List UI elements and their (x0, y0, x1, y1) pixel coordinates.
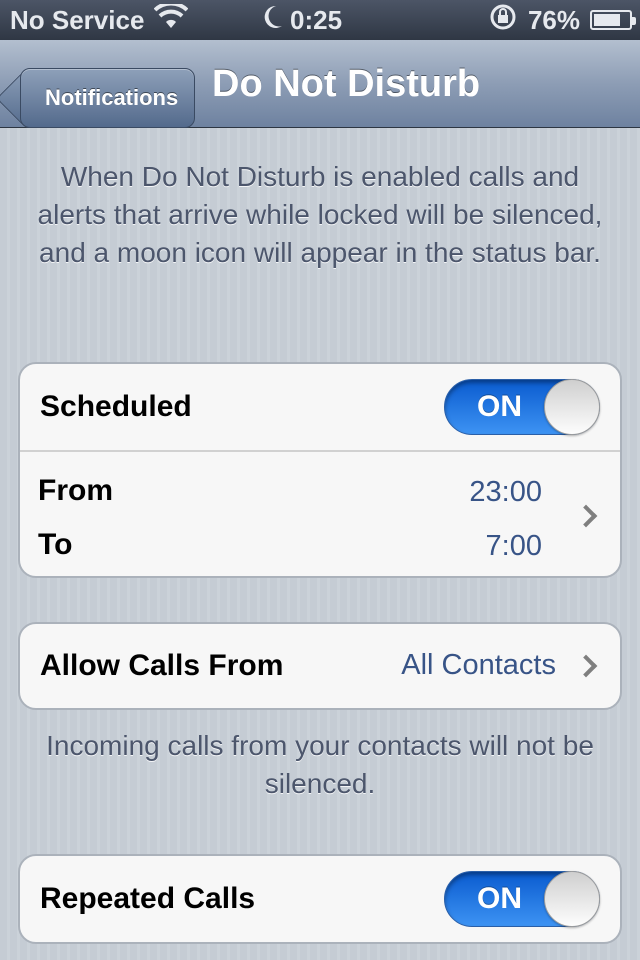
moon-icon (262, 4, 284, 37)
to-label: To (38, 528, 73, 561)
scheduled-toggle[interactable]: ON (444, 379, 600, 435)
rotation-lock-icon (488, 2, 518, 39)
battery-percent: 76% (527, 4, 580, 35)
carrier-label: No Service (10, 4, 145, 35)
chevron-right-icon (574, 504, 598, 528)
chevron-right-icon (574, 654, 598, 678)
dnd-description: When Do Not Disturb is enabled calls and… (37, 161, 603, 268)
repeated-calls-toggle[interactable]: ON (444, 871, 600, 927)
scheduled-label: Scheduled (40, 390, 192, 423)
navigation-bar: Notifications Do Not Disturb (0, 40, 640, 128)
allow-calls-group: Allow Calls From All Contacts (18, 622, 622, 710)
repeated-calls-toggle-label: ON (477, 882, 522, 915)
toggle-knob (544, 379, 600, 435)
toggle-knob (544, 871, 600, 927)
allow-calls-label: Allow Calls From (40, 649, 284, 682)
scheduled-group: Scheduled ON From 23:00 To 7:00 (18, 362, 622, 578)
battery-icon (590, 10, 636, 30)
repeated-calls-label: Repeated Calls (40, 882, 256, 915)
repeated-calls-group: Repeated Calls ON (18, 854, 622, 944)
status-time: 0:25 (290, 4, 343, 35)
allow-calls-row[interactable]: Allow Calls From All Contacts (20, 624, 620, 708)
allow-calls-footer: Incoming calls from your contacts will n… (46, 730, 594, 799)
scheduled-toggle-label: ON (477, 390, 522, 423)
scheduled-row[interactable]: Scheduled ON (20, 364, 620, 450)
from-value: 23:00 (469, 476, 542, 508)
back-button-label: Notifications (45, 85, 179, 110)
allow-calls-value: All Contacts (401, 649, 556, 681)
battery-level (594, 14, 620, 26)
back-button[interactable]: Notifications (20, 68, 196, 128)
status-bar: No Service 0:25 76% (0, 0, 640, 40)
schedule-time-row[interactable]: From 23:00 To 7:00 (20, 450, 620, 576)
wifi-icon (154, 1, 189, 37)
page-title: Do Not Disturb (212, 62, 481, 105)
repeated-calls-row[interactable]: Repeated Calls ON (20, 856, 620, 942)
from-label: From (38, 474, 113, 507)
to-value: 7:00 (485, 530, 542, 562)
